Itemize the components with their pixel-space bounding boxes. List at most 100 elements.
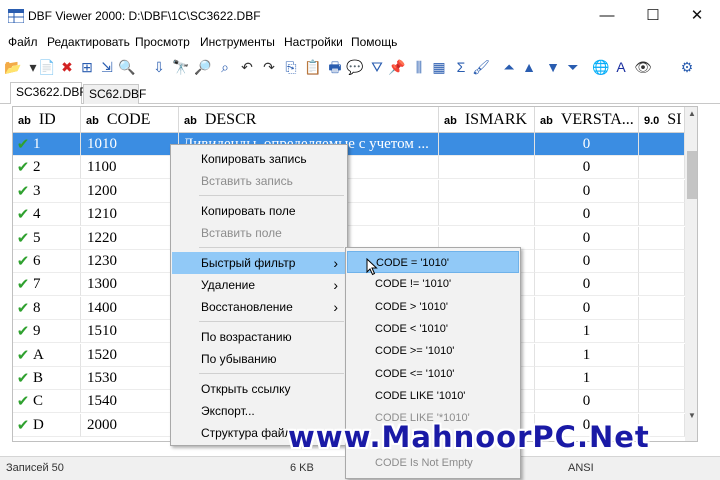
ctx-open-link[interactable]: Открыть ссылку [172,378,346,400]
quick-filter-option[interactable]: CODE < '1010' [347,318,519,340]
cell-code[interactable]: 1010 [81,133,179,156]
cell-version[interactable]: 0 [535,390,639,414]
cell-version[interactable]: 0 [535,133,639,156]
print-icon[interactable]: 🖶 [326,58,344,76]
column-icon[interactable]: ⫼ [410,58,428,76]
cell-si[interactable] [639,156,685,180]
menu-settings[interactable]: Настройки [284,35,343,49]
eye-icon[interactable]: 👁 [634,58,652,76]
cell-version[interactable]: 0 [535,296,639,320]
cell-version[interactable]: 0 [535,156,639,180]
menu-view[interactable]: Просмотр [135,35,190,49]
globe-icon[interactable]: 🌐 [592,58,610,76]
cell-si[interactable] [639,320,685,344]
cell-code[interactable]: 1530 [81,367,179,390]
find-next-icon[interactable]: 🔎 [194,58,212,76]
menu-edit[interactable]: Редактировать [47,35,130,49]
find-icon[interactable]: 🔭 [172,58,190,76]
pin-icon[interactable]: 📌 [388,58,406,76]
cell-ismark[interactable] [439,179,535,203]
cell-ismark[interactable] [439,133,535,156]
ctx-delete[interactable]: Удаление › [172,274,346,296]
table-row[interactable]: ✔41210выплатой ...0 [13,203,685,227]
cell-si[interactable] [639,133,685,156]
maximize-button[interactable]: ☐ [630,0,676,32]
settings-icon[interactable]: ⚙ [678,58,696,76]
ctx-sort-desc[interactable]: По убыванию [172,348,346,370]
scroll-thumb[interactable] [687,151,697,199]
brush-icon[interactable]: 🖌 [472,58,490,76]
cell-si[interactable] [639,203,685,227]
cell-code[interactable]: 1540 [81,390,179,414]
cell-si[interactable] [639,343,685,367]
cell-code[interactable]: 1200 [81,179,179,203]
column-header-version[interactable]: ab VERSTA... [535,107,639,133]
tab-sc62[interactable]: SC62.DBF [83,84,146,104]
minimize-button[interactable]: — [584,0,630,32]
delete-icon[interactable]: ✖ [58,58,76,76]
structure-icon[interactable]: ⊞ [78,58,96,76]
next-record-icon[interactable]: ▼ [544,58,562,76]
cell-code[interactable]: 1520 [81,343,179,367]
cell-si[interactable] [639,226,685,250]
scroll-up-icon[interactable]: ▲ [685,107,697,121]
cell-code[interactable]: 1100 [81,156,179,180]
cell-ismark[interactable] [439,203,535,227]
cell-version[interactable]: 1 [535,343,639,367]
cell-version[interactable]: 1 [535,367,639,390]
column-header-code[interactable]: ab CODE [81,107,179,133]
cell-code[interactable]: 1510 [81,320,179,344]
cell-code[interactable]: 1400 [81,296,179,320]
cell-code[interactable]: 1220 [81,226,179,250]
copy-icon[interactable]: ⎘ [282,58,300,76]
cell-version[interactable]: 1 [535,320,639,344]
font-icon[interactable]: A [612,58,630,76]
cell-version[interactable]: 0 [535,203,639,227]
ctx-restore[interactable]: Восстановление › [172,296,346,318]
cell-version[interactable]: 0 [535,226,639,250]
redo-icon[interactable]: ↷ [260,58,278,76]
cell-version[interactable]: 0 [535,273,639,297]
cell-si[interactable] [639,179,685,203]
cell-version[interactable]: 0 [535,250,639,273]
quick-filter-option[interactable]: CODE LIKE '1010' [347,385,519,407]
menu-file[interactable]: Файл [8,35,38,49]
prev-record-icon[interactable]: ▲ [520,58,538,76]
cell-si[interactable] [639,296,685,320]
zoom-icon[interactable]: 🔍 [118,58,136,76]
cell-code[interactable]: 1210 [81,203,179,227]
table-row[interactable]: ✔21100нтаций и ц...0 [13,156,685,180]
tab-sc3622[interactable]: SC3622.DBF [10,82,87,104]
cell-version[interactable]: 0 [535,179,639,203]
undo-icon[interactable]: ↶ [238,58,256,76]
menu-tools[interactable]: Инструменты [200,35,275,49]
menu-help[interactable]: Помощь [351,35,397,49]
first-record-icon[interactable]: ⏶ [500,58,518,76]
ctx-copy-record[interactable]: Копировать запись [172,148,346,170]
column-header-descr[interactable]: ab DESCR [179,107,439,133]
table-row[interactable]: ✔11010Дивиденды, определяемые с учетом .… [13,133,685,157]
ctx-copy-field[interactable]: Копировать поле [172,200,346,222]
table-row[interactable]: ✔31200наступлени...0 [13,179,685,203]
sum-icon[interactable]: Σ [452,58,470,76]
cell-code[interactable]: 2000 [81,413,179,437]
cell-ismark[interactable] [439,156,535,180]
cell-si[interactable] [639,250,685,273]
close-button[interactable]: ✕ [674,0,720,32]
last-record-icon[interactable]: ⏷ [564,58,582,76]
table-icon[interactable]: ▦ [430,58,448,76]
column-header-si[interactable]: 9.0 SI [639,107,685,133]
cell-code[interactable]: 1230 [81,250,179,273]
bubble-icon[interactable]: 💬 [346,58,364,76]
quick-filter-option[interactable]: CODE > '1010' [347,296,519,318]
quick-filter-option[interactable]: CODE <= '1010' [347,363,519,385]
cell-si[interactable] [639,273,685,297]
ctx-export[interactable]: Экспорт... [172,400,346,422]
quick-filter-option[interactable]: CODE != '1010' [347,273,519,295]
column-header-id[interactable]: ab ID [13,107,81,133]
compress-icon[interactable]: ⇲ [98,58,116,76]
open-folder-icon[interactable]: 📂 [4,58,22,76]
paste-icon[interactable]: 📋 [304,58,322,76]
cell-code[interactable]: 1300 [81,273,179,297]
ctx-quick-filter[interactable]: Быстрый фильтр › [172,252,346,274]
